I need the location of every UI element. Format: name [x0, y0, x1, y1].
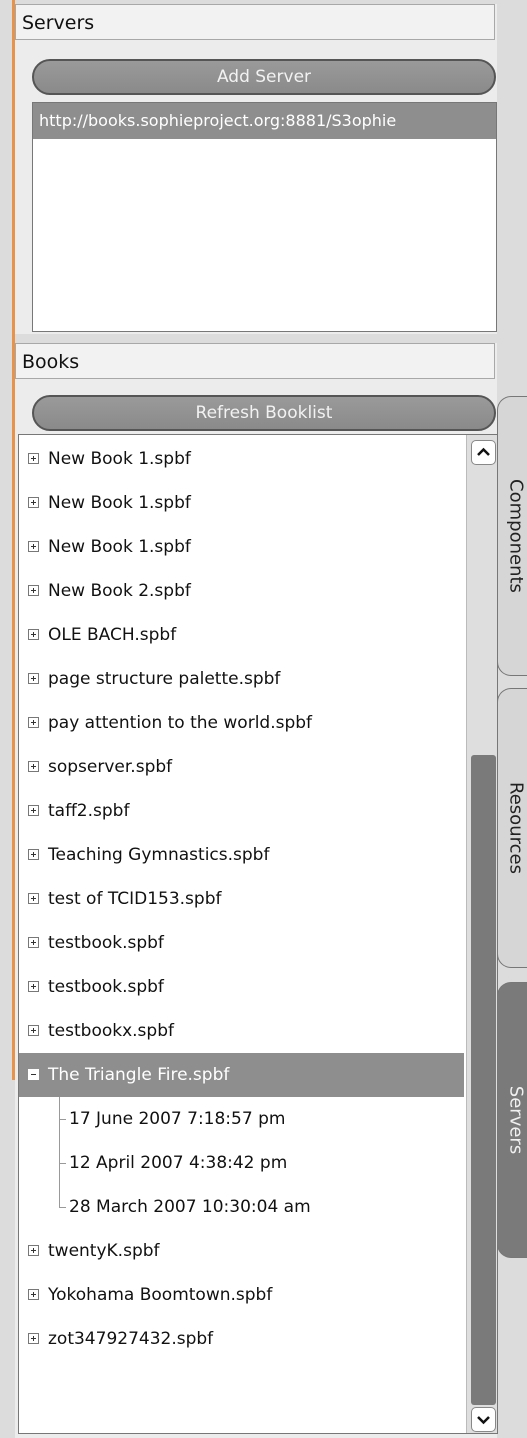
collapse-minus-icon[interactable]: [28, 1069, 39, 1080]
expand-plus-icon[interactable]: [28, 497, 39, 508]
expand-plus-icon[interactable]: [28, 673, 39, 684]
revision-label: 12 April 2007 4:38:42 pm: [69, 1153, 288, 1173]
tree-branch-line: [59, 1119, 66, 1120]
books-panel: Books Refresh Booklist New Book 1.spbf N…: [15, 343, 498, 1438]
book-tree[interactable]: New Book 1.spbf New Book 1.spbf New Book…: [18, 434, 498, 1434]
book-label: taff2.spbf: [48, 801, 130, 821]
tree-row[interactable]: New Book 1.spbf: [19, 525, 464, 569]
tree-row[interactable]: page structure palette.spbf: [19, 657, 464, 701]
revision-label: 28 March 2007 10:30:04 am: [69, 1197, 311, 1217]
book-label: page structure palette.spbf: [48, 669, 281, 689]
tree-row[interactable]: pay attention to the world.spbf: [19, 701, 464, 745]
tree-row[interactable]: testbookx.spbf: [19, 1009, 464, 1053]
tab-components[interactable]: Components: [497, 396, 527, 676]
tab-servers-label: Servers: [505, 1085, 526, 1155]
tree-row[interactable]: New Book 1.spbf: [19, 437, 464, 481]
tree-child-row[interactable]: 17 June 2007 7:18:57 pm: [19, 1097, 464, 1141]
book-label: testbook.spbf: [48, 977, 164, 997]
tree-row-selected[interactable]: The Triangle Fire.spbf: [19, 1053, 464, 1097]
tree-row[interactable]: OLE BACH.spbf: [19, 613, 464, 657]
tab-components-label: Components: [505, 479, 526, 593]
servers-panel: Servers Add Server http://books.sophiepr…: [15, 4, 497, 334]
tree-row[interactable]: testbook.spbf: [19, 965, 464, 1009]
expand-plus-icon[interactable]: [28, 585, 39, 596]
scroll-down-button[interactable]: [471, 1407, 496, 1432]
expand-plus-icon[interactable]: [28, 849, 39, 860]
book-label: The Triangle Fire.spbf: [48, 1065, 230, 1085]
expand-plus-icon[interactable]: [28, 937, 39, 948]
tree-row[interactable]: New Book 2.spbf: [19, 569, 464, 613]
book-label: New Book 1.spbf: [48, 493, 191, 513]
tree-row[interactable]: Yokohama Boomtown.spbf: [19, 1273, 464, 1317]
servers-panel-title: Servers: [15, 4, 495, 40]
book-label: New Book 1.spbf: [48, 537, 191, 557]
scroll-thumb[interactable]: [471, 755, 496, 1405]
expand-plus-icon[interactable]: [28, 761, 39, 772]
refresh-booklist-button[interactable]: Refresh Booklist: [32, 395, 496, 431]
tree-row[interactable]: test of TCID153.spbf: [19, 877, 464, 921]
book-label: test of TCID153.spbf: [48, 889, 222, 909]
book-label: testbookx.spbf: [48, 1021, 174, 1041]
tree-row[interactable]: taff2.spbf: [19, 789, 464, 833]
book-label: pay attention to the world.spbf: [48, 713, 313, 733]
server-list-item[interactable]: http://books.sophieproject.org:8881/S3op…: [33, 103, 496, 139]
expand-plus-icon[interactable]: [28, 893, 39, 904]
book-label: twentyK.spbf: [48, 1241, 160, 1261]
expand-plus-icon[interactable]: [28, 981, 39, 992]
tree-row[interactable]: sopserver.spbf: [19, 745, 464, 789]
book-label: OLE BACH.spbf: [48, 625, 177, 645]
book-label: New Book 2.spbf: [48, 581, 191, 601]
book-label: zot347927432.spbf: [48, 1329, 214, 1349]
book-label: sopserver.spbf: [48, 757, 173, 777]
tree-child-row[interactable]: 28 March 2007 10:30:04 am: [19, 1185, 464, 1229]
book-label: New Book 1.spbf: [48, 449, 191, 469]
books-panel-title: Books: [15, 343, 495, 379]
book-label: Teaching Gymnastics.spbf: [48, 845, 270, 865]
expand-plus-icon[interactable]: [28, 1289, 39, 1300]
tab-resources-label: Resources: [505, 782, 526, 874]
tree-row[interactable]: Teaching Gymnastics.spbf: [19, 833, 464, 877]
tab-resources[interactable]: Resources: [497, 688, 527, 968]
tab-servers[interactable]: Servers: [497, 982, 527, 1258]
expand-plus-icon[interactable]: [28, 629, 39, 640]
expand-plus-icon[interactable]: [28, 541, 39, 552]
tree-child-row[interactable]: 12 April 2007 4:38:42 pm: [19, 1141, 464, 1185]
tree-row[interactable]: zot347927432.spbf: [19, 1317, 464, 1361]
server-list[interactable]: http://books.sophieproject.org:8881/S3op…: [32, 102, 497, 332]
vertical-scrollbar[interactable]: [466, 435, 497, 1433]
chevron-up-icon: [477, 447, 490, 456]
expand-plus-icon[interactable]: [28, 1025, 39, 1036]
book-label: Yokohama Boomtown.spbf: [48, 1285, 273, 1305]
tree-row[interactable]: twentyK.spbf: [19, 1229, 464, 1273]
tree-branch-line: [59, 1163, 66, 1164]
tree-row[interactable]: testbook.spbf: [19, 921, 464, 965]
tree-row[interactable]: New Book 1.spbf: [19, 481, 464, 525]
expand-plus-icon[interactable]: [28, 1333, 39, 1344]
expand-plus-icon[interactable]: [28, 1245, 39, 1256]
add-server-button[interactable]: Add Server: [32, 59, 496, 95]
chevron-down-icon: [477, 1416, 490, 1425]
book-label: testbook.spbf: [48, 933, 164, 953]
scroll-up-button[interactable]: [471, 440, 496, 465]
tree-branch-line: [59, 1207, 66, 1208]
expand-plus-icon[interactable]: [28, 717, 39, 728]
revision-label: 17 June 2007 7:18:57 pm: [69, 1109, 286, 1129]
expand-plus-icon[interactable]: [28, 805, 39, 816]
expand-plus-icon[interactable]: [28, 453, 39, 464]
